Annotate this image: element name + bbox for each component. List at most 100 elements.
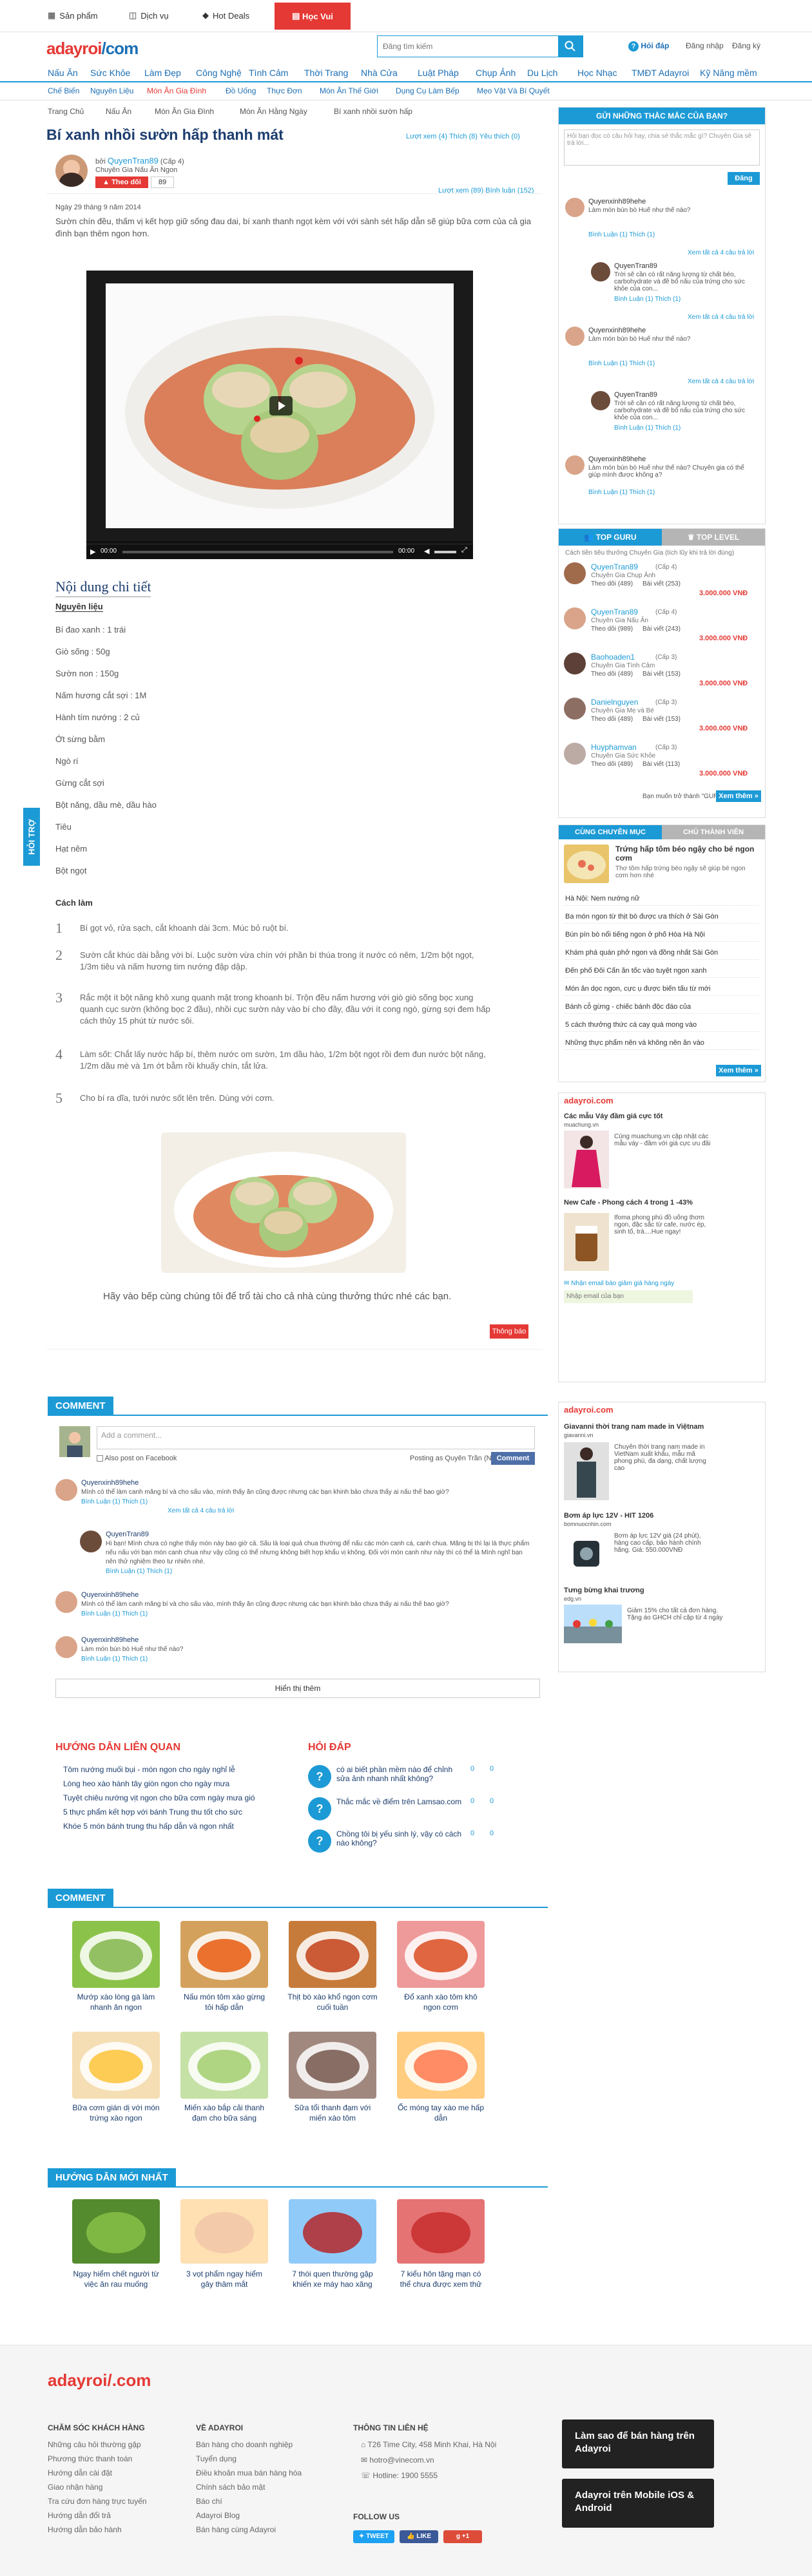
nav-item-8[interactable]: Chụp Ảnh (476, 68, 516, 78)
gallery-caption[interactable]: Mướp xào lòng gà làm nhanh ăn ngon (71, 1992, 161, 2012)
video-player[interactable] (86, 271, 473, 559)
gallery-caption[interactable]: Đổ xanh xào tôm khô ngon cơm (396, 1992, 486, 2012)
guru-follow[interactable]: Theo dõi (989) (591, 625, 633, 633)
faq-question-input[interactable]: Hỏi bạn đọc có câu hỏi hay, chia sẻ thắc… (564, 129, 760, 166)
guru-name[interactable]: QuyenTran89 (591, 607, 638, 616)
guru-follow[interactable]: Theo dõi (489) (591, 580, 633, 587)
faq-username[interactable]: QuyenTran89 (614, 262, 657, 270)
comment-user[interactable]: QuyenTran89 (106, 1531, 149, 1538)
faq-more-answers[interactable]: Xem tất cả 4 câu trả lời (688, 314, 754, 321)
comment-user[interactable]: Quyenxinh89hehe (81, 1636, 139, 1644)
faq-meta[interactable]: Bình Luận (1) Thích (1) (588, 231, 655, 238)
nav-item-5[interactable]: Thời Trang (304, 68, 348, 78)
volume-slider[interactable] (434, 551, 456, 553)
comment-user[interactable]: Quyenxinh89hehe (81, 1591, 139, 1599)
ad-image-cafe[interactable] (564, 1213, 609, 1271)
fullscreen-icon[interactable]: ⤢ (461, 546, 467, 555)
guru-name[interactable]: QuyenTran89 (591, 562, 638, 571)
nav-item-11[interactable]: TMĐT Adayroi (632, 68, 689, 78)
services-menu[interactable]: ◫ Dịch vụ (129, 10, 169, 21)
newest-caption[interactable]: Ngay hiểm chết người từ việc ăn rau muốn… (71, 2269, 161, 2289)
ad2-image-3[interactable] (564, 1605, 622, 1643)
newest-caption[interactable]: 3 vọt phẩm ngay hiểm gây thâm mắt (179, 2269, 269, 2289)
newest-image[interactable] (289, 2199, 376, 2264)
video-progress[interactable] (122, 551, 393, 553)
guru-avatar[interactable] (564, 562, 586, 584)
side-help-tab[interactable]: HỎI TRỢ (23, 808, 40, 866)
nav-item-3[interactable]: Công Nghệ (196, 68, 242, 78)
subnav-item-4[interactable]: Thực Đơn (267, 86, 302, 95)
show-more-comments[interactable]: Hiển thị thêm (55, 1679, 540, 1698)
news-item[interactable]: Đến phố Đôi Cấn ăn tốc vào tuyệt ngon xa… (565, 967, 759, 978)
guru-follow[interactable]: Theo dõi (489) (591, 671, 633, 678)
nav-item-0[interactable]: Nấu Ăn (48, 68, 78, 78)
play-button[interactable] (269, 396, 293, 415)
guru-name[interactable]: Danielnguyen (591, 698, 638, 707)
gallery-caption[interactable]: Thịt bò xào khổ ngon cơm cuối tuần (287, 1992, 378, 2012)
footer-link[interactable]: Giao nhận hàng (48, 2483, 102, 2492)
gallery-image[interactable] (72, 2032, 160, 2099)
breadcrumb-1[interactable]: Nấu Ăn (106, 107, 131, 116)
faq-user-avatar[interactable] (591, 391, 610, 410)
footer-link[interactable]: Báo chí (196, 2497, 222, 2506)
nav-item-1[interactable]: Sức Khỏe (90, 68, 130, 78)
nav-item-7[interactable]: Luật Pháp (418, 68, 459, 78)
guru-avatar[interactable] (564, 698, 586, 720)
news-item[interactable]: Hà Nội: Nem nướng nữ (565, 895, 759, 906)
login-link[interactable]: Đăng nhập (686, 41, 724, 50)
faq-more-answers[interactable]: Xem tất cả 4 câu trả lời (688, 378, 754, 385)
footer-link[interactable]: Những câu hỏi thường gặp (48, 2440, 141, 2449)
guru-follow[interactable]: Theo dõi (489) (591, 761, 633, 768)
qa-question-link[interactable]: Thắc mắc về điểm trên Lamsao.com (336, 1797, 465, 1806)
ad2-image-pump[interactable] (564, 1531, 609, 1576)
newest-caption[interactable]: 7 kiểu hôn tặng mạn có thể chưa được xem… (396, 2269, 486, 2289)
comment-more-replies[interactable]: Xem tất cả 4 câu trả lời (168, 1507, 234, 1514)
qa-question-link[interactable]: Chồng tôi bị yếu sinh lý, vậy có cách nà… (336, 1829, 465, 1847)
news-item[interactable]: Bánh cỗ gừng - chiếc bánh độc đáo của (565, 1003, 759, 1014)
footer-link[interactable]: Chính sách bảo mật (196, 2483, 265, 2492)
gallery-caption[interactable]: Nấu món tôm xào gừng tỏi hấp dẫn (179, 1992, 269, 2012)
gallery-caption[interactable]: Ốc móng tay xào me hấp dẫn (396, 2103, 486, 2123)
news-item[interactable]: Bún pín bò nổi tiếng ngon ở phố Hòa Hà N… (565, 931, 759, 942)
comment-avatar[interactable] (80, 1531, 102, 1552)
author-avatar[interactable] (55, 155, 88, 187)
footer-link[interactable]: Hướng dẫn bảo hành (48, 2525, 122, 2534)
subnav-item-0[interactable]: Chế Biến (48, 86, 79, 95)
footer-link[interactable]: Tra cứu đơn hàng trực tuyến (48, 2497, 147, 2506)
qa-question-link[interactable]: có ai biết phần mềm nào để chỉnh sửa ảnh… (336, 1765, 465, 1783)
gallery-image[interactable] (180, 2032, 268, 2099)
like-button[interactable]: 👍 LIKE (400, 2530, 438, 2543)
faq-more-answers[interactable]: Xem tất cả 4 câu trả lời (688, 249, 754, 256)
footer-link[interactable]: Bán hàng cùng Adayroi (196, 2525, 276, 2534)
gallery-image[interactable] (72, 1921, 160, 1988)
subnav-item-7[interactable]: Mẹo Vặt Và Bí Quyết (477, 86, 550, 95)
comment-avatar[interactable] (55, 1636, 77, 1658)
subnav-item-5[interactable]: Món Ăn Thế Giới (320, 86, 378, 95)
news-feature-image[interactable] (564, 844, 609, 883)
volume-icon[interactable]: ◀ (424, 547, 429, 555)
news-more-button[interactable]: Xem thêm » (716, 1065, 761, 1076)
facebook-checkbox[interactable]: Also post on Facebook (97, 1455, 177, 1462)
mobile-app-button[interactable]: Adayroi trên Mobile iOS & Android (562, 2479, 714, 2528)
footer-email[interactable]: ✉ hotro@vinecom.vn (361, 2456, 434, 2465)
breadcrumb-0[interactable]: Trang Chủ (48, 107, 84, 116)
gallery-caption[interactable]: Miến xào bắp cải thanh đạm cho bữa sáng (179, 2103, 269, 2123)
news-feature-title[interactable]: Trứng hấp tôm béo ngậy cho bé ngon cơm (615, 844, 760, 863)
guru-avatar[interactable] (564, 743, 586, 765)
faq-meta[interactable]: Bình Luận (1) Thích (1) (588, 489, 655, 496)
newest-image[interactable] (72, 2199, 160, 2264)
footer-link[interactable]: Hướng dẫn đổi trả (48, 2511, 111, 2520)
email-input[interactable]: Nhập email của bạn (564, 1290, 693, 1303)
comment-meta[interactable]: Bình Luận (1) Thích (1) (81, 1610, 148, 1617)
comment-meta[interactable]: Bình Luận (1) Thích (1) (81, 1655, 148, 1663)
gallery-image[interactable] (397, 1921, 485, 1988)
breadcrumb-4[interactable]: Bí xanh nhồi sườn hấp (334, 107, 412, 116)
related-link[interactable]: Tuyệt chiêu nướng vịt ngon cho bữa cơm n… (63, 1793, 295, 1802)
author-name[interactable]: QuyenTran89 (108, 156, 159, 166)
faq-username[interactable]: Quyenxinh89hehe (588, 198, 646, 205)
comment-submit-button[interactable]: Comment (491, 1452, 535, 1465)
breadcrumb-3[interactable]: Món Ăn Hằng Ngày (240, 107, 307, 116)
hoc-vui-tab[interactable]: ▤ Học Vui (275, 3, 351, 30)
faq-send-button[interactable]: Đăng (728, 172, 760, 185)
faq-user-avatar[interactable] (565, 198, 585, 217)
